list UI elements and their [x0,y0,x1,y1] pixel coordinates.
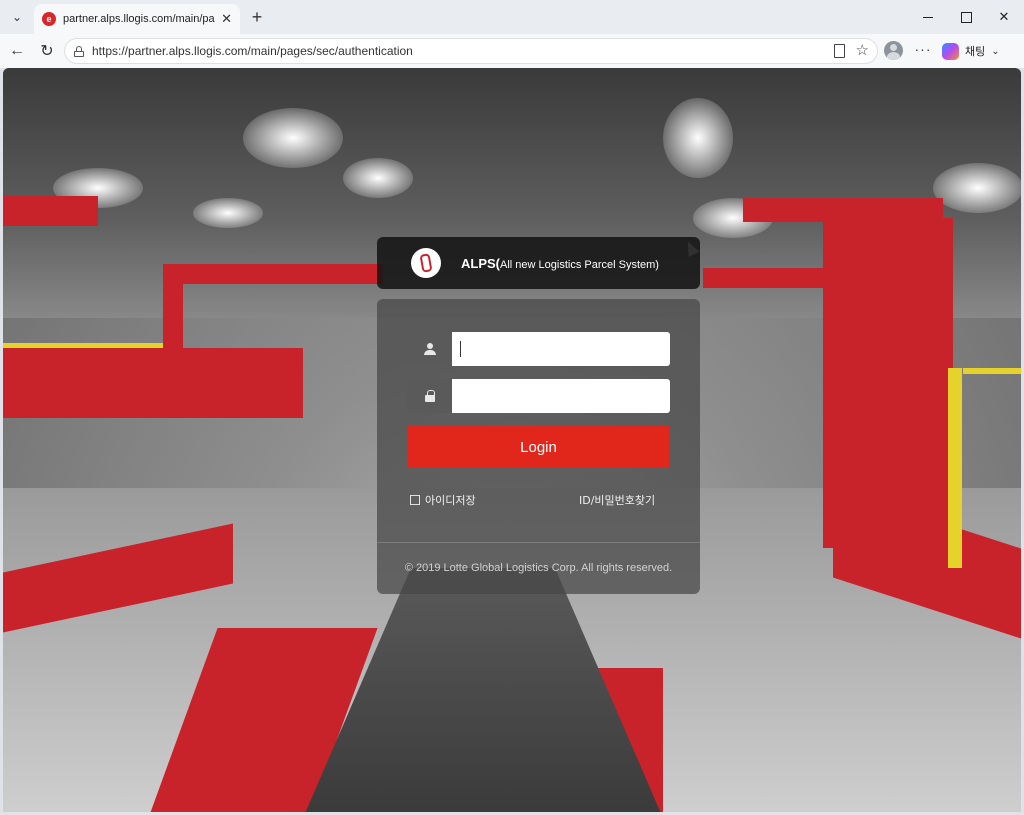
window-maximize-button[interactable] [946,0,986,34]
find-id-password-link[interactable]: ID/비밀번호찾기 [579,492,655,508]
text-caret [460,341,461,357]
user-icon [407,332,452,366]
copilot-icon [942,42,959,60]
brand-name: ALPS [461,255,496,271]
username-row [407,332,670,366]
tab-title: partner.alps.llogis.com/main/pages/sec/a… [63,13,215,25]
password-row [407,379,670,413]
login-button[interactable]: Login [407,426,670,468]
divider [377,542,700,543]
login-form: Login 아이디저장 ID/비밀번호찾기 © 2019 Lotte Globa… [377,299,700,594]
reader-mode-icon[interactable] [834,44,845,58]
more-menu-icon[interactable]: ··· [913,41,933,61]
new-tab-plus-icon[interactable]: + [246,6,268,28]
password-input[interactable] [452,379,670,413]
copilot-label: 채팅 [965,46,986,58]
lock-icon [407,379,452,413]
copyright-text: © 2019 Lotte Global Logistics Corp. All … [404,562,673,574]
site-info-lock-icon[interactable] [74,45,84,57]
tab-list-chevron-icon[interactable]: ⌄ [6,6,28,28]
profile-avatar-icon[interactable] [884,41,903,60]
url-text[interactable]: https://partner.alps.llogis.com/main/pag… [92,44,413,58]
chevron-down-icon[interactable]: ⌄ [991,46,999,57]
browser-tab[interactable]: e partner.alps.llogis.com/main/pages/sec… [34,4,240,34]
browser-titlebar: ⌄ e partner.alps.llogis.com/main/pages/s… [0,0,1024,34]
username-input[interactable] [452,332,670,366]
brand-subtitle: All new Logistics Parcel System) [500,258,659,271]
copilot-chat-button[interactable]: 채팅 ⌄ [942,39,1012,63]
window-minimize-button[interactable] [908,0,948,34]
address-bar[interactable]: https://partner.alps.llogis.com/main/pag… [64,38,878,64]
remember-id-label[interactable]: 아이디저장 [425,492,476,508]
window-close-button[interactable]: ✕ [984,0,1024,34]
login-header: ALPS(All new Logistics Parcel System) [377,237,700,289]
site-favicon-icon: e [42,12,56,26]
page-viewport: ALPS(All new Logistics Parcel System) Lo… [3,68,1021,812]
remember-id[interactable]: 아이디저장 [410,492,476,508]
browser-toolbar: ← ↻ https://partner.alps.llogis.com/main… [0,34,1024,68]
back-arrow-icon[interactable]: ← [5,39,29,63]
lotte-logo-icon [411,248,441,278]
reload-icon[interactable]: ↻ [35,39,59,63]
brand-title: ALPS(All new Logistics Parcel System) [461,256,659,271]
favorite-star-icon[interactable]: ☆ [856,41,869,59]
tab-close-icon[interactable]: ✕ [221,11,232,27]
remember-id-checkbox[interactable] [410,495,420,505]
